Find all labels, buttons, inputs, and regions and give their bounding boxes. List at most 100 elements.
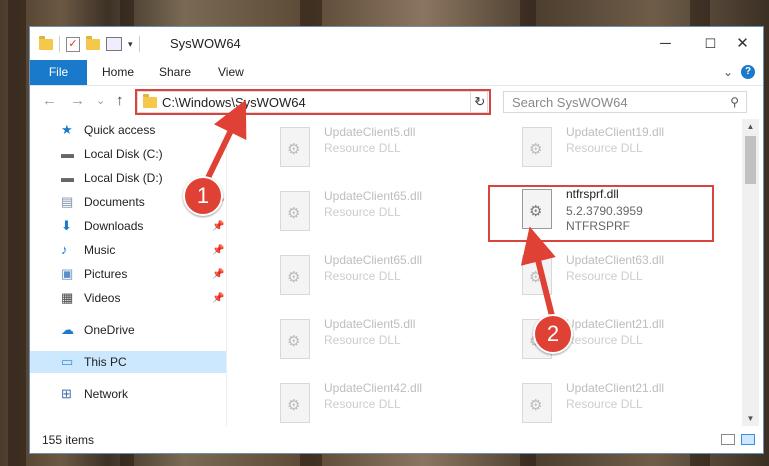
file-item[interactable]: UpdateClient65.dll Resource DLL (268, 251, 503, 309)
sidebar-item[interactable]: ☁ OneDrive (30, 319, 226, 341)
videos-icon: ▦ (61, 290, 74, 305)
sidebar-item-label: Local Disk (C:) (84, 147, 163, 161)
back-arrow-icon[interactable]: ← (42, 92, 57, 109)
forward-arrow-icon[interactable]: → (70, 92, 85, 109)
address-bar-highlight-box (135, 89, 491, 115)
toolbar-divider (59, 36, 60, 52)
file-name: UpdateClient21.dll (566, 317, 665, 331)
navigation-pane: ★ Quick access ▬ Local Disk (C:) ▬ Local Disk… (30, 119, 226, 426)
properties-check-icon[interactable]: ✓ (66, 36, 80, 52)
search-input[interactable]: Search SysWOW64 ⚲ (503, 91, 747, 113)
sidebar-item-label: Downloads (84, 219, 144, 233)
file-list: UpdateClient5.dllResource DLLUpdateClien… (240, 119, 742, 426)
file-item[interactable]: UpdateClient5.dll Resource DLL (268, 123, 503, 181)
search-icon[interactable]: ⚲ (730, 95, 739, 109)
file-item[interactable]: UpdateClient21.dll Resource DLL (510, 379, 742, 426)
dll-file-icon (522, 383, 552, 423)
sidebar-item[interactable]: ▣ Pictures 📌 (30, 263, 226, 285)
file-highlight-box (488, 185, 714, 242)
drive-icon: ▬ (61, 170, 74, 185)
search-placeholder: Search SysWOW64 (512, 95, 628, 110)
pin-icon: 📌 (212, 245, 225, 256)
sidebar-item[interactable]: ⬇ Downloads 📌 (30, 215, 226, 237)
file-type: Resource DLL (566, 397, 643, 411)
documents-icon: ▤ (61, 194, 74, 209)
status-bar: 155 items (30, 427, 763, 453)
vertical-scrollbar[interactable]: ▲ ▼ (742, 119, 759, 426)
sidebar-item-label: This PC (84, 355, 127, 369)
pin-icon: 📌 (212, 221, 225, 232)
drive-icon: ▬ (61, 146, 74, 161)
wallpaper-trunk (8, 0, 26, 466)
sidebar-item[interactable]: ⊞ Network (30, 383, 226, 405)
file-type: Resource DLL (324, 141, 401, 155)
scroll-down-arrow-icon[interactable]: ▼ (742, 411, 759, 426)
file-type: Resource DLL (566, 333, 643, 347)
sidebar-item-label: Videos (84, 291, 121, 305)
minimize-button[interactable]: ─ (643, 27, 688, 60)
quick-access-toolbar: ✓ ▾ (39, 35, 140, 52)
pin-icon: 📌 (212, 293, 225, 304)
sidebar-item-label: Quick access (84, 123, 156, 137)
file-item[interactable]: UpdateClient19.dll Resource DLL (510, 123, 742, 181)
ribbon-tabs: File Home Share View ⌄ ? (30, 60, 763, 86)
help-icon[interactable]: ? (741, 65, 755, 79)
sidebar-item-label: Local Disk (D:) (84, 171, 163, 185)
new-folder-icon[interactable] (86, 35, 100, 50)
ribbon-right-controls: ⌄ ? (723, 65, 755, 79)
tab-view[interactable]: View (218, 60, 244, 85)
tab-file[interactable]: File (30, 60, 87, 85)
scroll-thumb[interactable] (745, 136, 756, 184)
navigation-pane-divider (226, 119, 227, 426)
toolbar-divider (138, 36, 140, 52)
file-item[interactable]: UpdateClient5.dll Resource DLL (268, 315, 503, 373)
dll-file-icon (280, 127, 310, 167)
network-icon: ⊞ (61, 386, 72, 401)
file-name: UpdateClient65.dll (324, 189, 423, 203)
pin-icon: 📌 (212, 269, 225, 280)
file-name: UpdateClient19.dll (566, 125, 665, 139)
up-arrow-icon[interactable]: ↑ (116, 92, 124, 109)
recent-locations-chevron-icon[interactable]: ⌄ (96, 94, 105, 107)
file-name: UpdateClient42.dll (324, 381, 423, 395)
explorer-window: ✓ ▾ SysWOW64 ─ ☐ ✕ File Home Share View … (29, 26, 764, 454)
file-type: Resource DLL (324, 205, 401, 219)
properties-icon[interactable] (106, 37, 122, 51)
file-item[interactable]: UpdateClient65.dll Resource DLL (268, 187, 503, 245)
title-bar: ✓ ▾ SysWOW64 ─ ☐ ✕ (30, 27, 763, 60)
close-button[interactable]: ✕ (720, 27, 763, 60)
music-icon: ♪ (61, 242, 68, 257)
sidebar-item[interactable]: ★ Quick access (30, 119, 226, 141)
tab-home[interactable]: Home (102, 60, 134, 85)
file-name: UpdateClient5.dll (324, 125, 416, 139)
file-type: Resource DLL (324, 269, 401, 283)
sidebar-item-label: Pictures (84, 267, 128, 281)
details-view-icon[interactable] (721, 434, 735, 445)
file-item[interactable]: UpdateClient42.dll Resource DLL (268, 379, 503, 426)
file-item[interactable]: UpdateClient63.dll Resource DLL (510, 251, 742, 309)
item-count: 155 items (42, 433, 95, 447)
window-title: SysWOW64 (170, 36, 241, 51)
dll-file-icon (280, 191, 310, 231)
download-icon: ⬇ (61, 218, 72, 233)
sidebar-item-label: OneDrive (84, 323, 135, 337)
sidebar-item[interactable]: ▬ Local Disk (C:) (30, 143, 226, 165)
file-name: UpdateClient21.dll (566, 381, 665, 395)
large-icons-view-icon[interactable] (741, 434, 755, 445)
customize-toolbar-chevron-icon[interactable]: ▾ (128, 39, 133, 50)
sidebar-item-label: Network (84, 387, 129, 401)
file-name: UpdateClient65.dll (324, 253, 423, 267)
sidebar-item[interactable]: ▦ Videos 📌 (30, 287, 226, 309)
sidebar-item[interactable]: ♪ Music 📌 (30, 239, 226, 261)
expand-ribbon-chevron-icon[interactable]: ⌄ (723, 65, 733, 79)
sidebar-item[interactable]: ▭ This PC (30, 351, 226, 373)
file-type: Resource DLL (566, 269, 643, 283)
star-icon: ★ (61, 122, 73, 137)
dll-file-icon (280, 255, 310, 295)
dll-file-icon (522, 255, 552, 295)
scroll-up-arrow-icon[interactable]: ▲ (742, 119, 759, 134)
view-toggle-group (721, 434, 755, 445)
cloud-icon: ☁ (61, 322, 74, 337)
tab-share[interactable]: Share (159, 60, 191, 85)
pc-icon: ▭ (61, 354, 74, 369)
